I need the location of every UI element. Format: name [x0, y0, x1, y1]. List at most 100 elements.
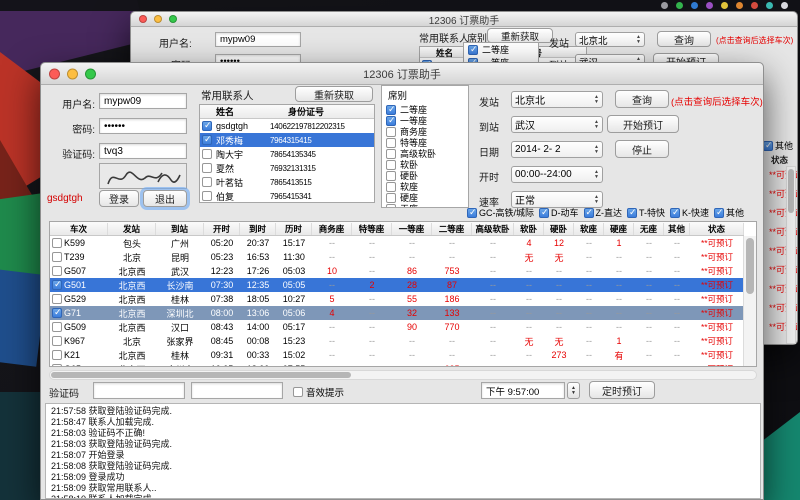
login-button[interactable]: 登录: [99, 190, 139, 207]
menubar-icon-teal[interactable]: [766, 2, 773, 9]
seat-checkbox[interactable]: [386, 204, 396, 209]
train-checkbox[interactable]: [52, 350, 62, 360]
seat-option[interactable]: 无座: [382, 203, 468, 208]
train-row[interactable]: K967 北京 张家界 08:45 00:08 15:23 -- -- -- -…: [50, 334, 744, 348]
menubar-icon-red[interactable]: [751, 2, 758, 9]
train-checkbox[interactable]: [52, 252, 62, 262]
password-input[interactable]: ••••••: [99, 118, 187, 134]
filter-checkbox[interactable]: [670, 208, 680, 218]
scrollbar-thumb[interactable]: [788, 169, 794, 213]
captcha-input[interactable]: tvq3: [99, 143, 187, 159]
contact-checkbox[interactable]: [202, 177, 212, 187]
refetch-button[interactable]: 重新获取: [487, 28, 553, 43]
train-checkbox[interactable]: [52, 322, 62, 332]
scrollbar-thumb[interactable]: [746, 238, 754, 294]
train-checkbox[interactable]: [52, 336, 62, 346]
stepper-arrows-icon[interactable]: ▲▼: [594, 145, 599, 155]
booking-captcha-input[interactable]: [93, 382, 185, 399]
back-window-titlebar[interactable]: 12306 订票助手: [131, 12, 797, 27]
menubar-icon-yellow[interactable]: [721, 2, 728, 9]
seat-checkbox[interactable]: [386, 182, 396, 192]
train-row[interactable]: K599 包头 广州 05:20 20:37 15:17 -- -- -- --…: [50, 236, 744, 250]
menubar-icon-white[interactable]: [781, 2, 788, 9]
seat-checkbox[interactable]: [386, 116, 396, 126]
train-row[interactable]: G501 北京西 长沙南 07:30 12:35 05:05 -- 2 28 8…: [50, 278, 744, 292]
contact-row[interactable]: gsdgtgh 140622197812202315: [200, 119, 374, 133]
seat-checkbox[interactable]: [386, 160, 396, 170]
scrollbar-thumb[interactable]: [51, 372, 351, 378]
train-type-filter[interactable]: 其他: [714, 206, 744, 219]
contact-row[interactable]: 伯复 7965415341: [200, 189, 374, 203]
filter-checkbox[interactable]: [763, 141, 773, 151]
seat-checkbox[interactable]: [386, 149, 396, 159]
contact-checkbox[interactable]: [202, 135, 212, 145]
scheduled-booking-button[interactable]: 定时预订: [589, 381, 655, 399]
train-checkbox[interactable]: [52, 266, 62, 276]
train-row[interactable]: G507 北京西 武汉 12:23 17:26 05:03 10 -- 86 7…: [50, 264, 744, 278]
filter-checkbox[interactable]: [627, 208, 637, 218]
time-stepper[interactable]: ▲▼: [567, 382, 580, 399]
query-button[interactable]: 查询: [615, 90, 669, 108]
train-type-filter[interactable]: GC-高铁/城际: [467, 206, 534, 219]
zoom-button[interactable]: [169, 15, 177, 23]
seat-checkbox[interactable]: [386, 193, 396, 203]
sound-alert-checkbox[interactable]: [293, 387, 303, 397]
seat-checkbox[interactable]: [386, 105, 396, 115]
filter-checkbox[interactable]: [539, 208, 549, 218]
train-row[interactable]: T239 北京 昆明 05:23 16:53 11:30 -- -- -- --…: [50, 250, 744, 264]
logout-button[interactable]: 退出: [143, 190, 187, 207]
seat-checkbox[interactable]: [386, 138, 396, 148]
back-table-scrollbar[interactable]: [786, 166, 796, 344]
train-checkbox[interactable]: [52, 280, 62, 290]
menubar-icon-purple[interactable]: [706, 2, 713, 9]
menubar-icon-gray[interactable]: [661, 2, 668, 9]
train-row[interactable]: G529 北京西 桂林 07:38 18:05 10:27 5 -- 55 18…: [50, 292, 744, 306]
filter-checkbox[interactable]: [714, 208, 724, 218]
depart-dropdown[interactable]: 北京北 ▲▼: [575, 32, 645, 47]
filter-other[interactable]: 其他: [763, 139, 793, 152]
table-vertical-scrollbar[interactable]: [743, 236, 756, 366]
sound-alert-option[interactable]: 音效提示: [293, 385, 344, 399]
train-row[interactable]: G71 北京西 深圳北 08:00 13:06 05:06 4 -- 32 13…: [50, 306, 744, 320]
query-button[interactable]: 查询: [657, 31, 711, 47]
minimize-button[interactable]: [67, 68, 78, 79]
train-checkbox[interactable]: [52, 238, 62, 248]
menubar-icon-orange[interactable]: [736, 2, 743, 9]
seat-option[interactable]: 软座: [382, 181, 468, 192]
seat-option[interactable]: 软卧: [382, 159, 468, 170]
contact-checkbox[interactable]: [202, 121, 212, 131]
stop-button[interactable]: 停止: [615, 140, 669, 158]
seat-checkbox[interactable]: [386, 171, 396, 181]
start-booking-button[interactable]: 开始预订: [607, 115, 679, 133]
train-type-filter[interactable]: T-特快: [627, 206, 665, 219]
window-titlebar[interactable]: 12306 订票助手: [41, 63, 763, 85]
train-type-filter[interactable]: D-动车: [539, 206, 579, 219]
train-checkbox[interactable]: [52, 308, 62, 318]
contact-row[interactable]: 邓秀梅 7964315415: [200, 133, 374, 147]
close-button[interactable]: [49, 68, 60, 79]
contact-row[interactable]: 陶大宇 78654135345: [200, 147, 374, 161]
train-type-filter[interactable]: K-快速: [670, 206, 709, 219]
zoom-button[interactable]: [85, 68, 96, 79]
contact-row[interactable]: 叶茗钴 7865413515: [200, 175, 374, 189]
train-row[interactable]: G509 北京西 汉口 08:43 14:00 05:17 -- -- 90 7…: [50, 320, 744, 334]
contact-checkbox[interactable]: [202, 149, 212, 159]
seat-checkbox[interactable]: [386, 127, 396, 137]
seat-checkbox[interactable]: [468, 45, 478, 55]
train-row[interactable]: K21 北京西 桂林 09:31 00:33 15:02 -- -- -- --…: [50, 348, 744, 362]
filter-checkbox[interactable]: [467, 208, 477, 218]
train-row[interactable]: G65 北京西 广州南 10:05 18:00 07:55 -- -- -- 6…: [50, 362, 744, 367]
menubar-icon-green[interactable]: [676, 2, 683, 9]
seat-option[interactable]: 二等座: [464, 43, 538, 56]
minimize-button[interactable]: [154, 15, 162, 23]
timer-time-field[interactable]: 下午 9:57:00: [481, 382, 565, 399]
filter-checkbox[interactable]: [584, 208, 594, 218]
refetch-button[interactable]: 重新获取: [295, 86, 373, 102]
arrive-dropdown[interactable]: 武汉 ▲▼: [511, 116, 603, 133]
train-checkbox[interactable]: [52, 294, 62, 304]
contact-checkbox[interactable]: [202, 163, 212, 173]
seat-option[interactable]: 硬座: [382, 192, 468, 203]
date-stepper-field[interactable]: 2014- 2- 2 ▲▼: [511, 141, 603, 158]
username-input[interactable]: mypw09: [215, 32, 301, 47]
time-range-dropdown[interactable]: 00:00--24:00 ▲▼: [511, 166, 603, 183]
